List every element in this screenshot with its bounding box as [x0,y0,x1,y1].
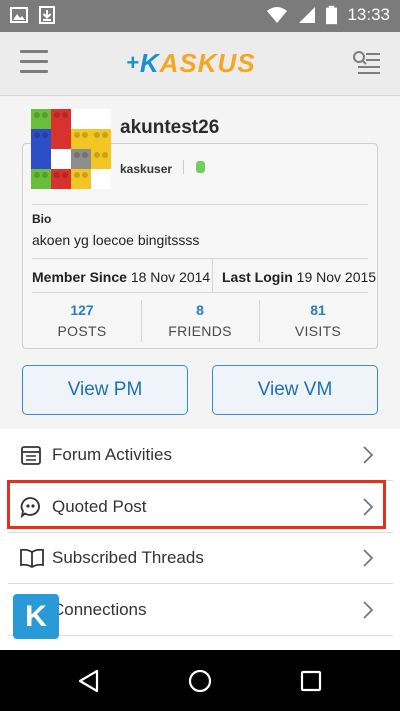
divider [32,258,368,259]
last-login-label: Last Login [222,269,293,285]
profile-menu-list: Forum Activities Quoted Post Subscribed … [0,428,400,650]
member-since-label: Member Since [32,269,127,285]
kaskus-logo: +KASKUS [126,48,256,78]
clock: 13:33 [347,5,390,24]
battery-icon [326,5,338,25]
stat-visits-value: 81 [310,302,326,318]
stat-posts-label: POSTS [57,323,107,339]
recents-icon[interactable] [298,668,324,694]
status-bar: 13:33 [0,0,400,32]
stat-friends-label: FRIENDS [168,323,232,339]
wifi-icon [267,7,288,23]
divider [32,204,368,205]
online-status-indicator [196,161,205,173]
stat-visits-label: VISITS [294,323,342,339]
quoted-post-highlight [7,480,386,529]
search-list-icon[interactable] [352,50,380,76]
calendar-icon [21,446,41,465]
member-since-value: 18 Nov 2014 [130,269,211,285]
member-since: Member Since 18 Nov 2014 [32,269,210,285]
divider [183,160,184,174]
app-bar: +KASKUS [0,32,400,96]
user-title: kaskuser [120,162,173,176]
bio-label: Bio [32,212,52,226]
navigation-bar [0,650,400,711]
divider [212,258,213,292]
stat-friends-value: 8 [196,302,204,318]
image-icon [10,7,28,23]
stat-posts[interactable]: 127 POSTS [23,302,141,339]
menu-item-connections[interactable]: Connections [0,584,400,635]
stat-visits[interactable]: 81 VISITS [259,302,377,339]
bio-text: akoen yg loecoe bingitssss [32,232,200,248]
menu-item-label: Connections [52,600,147,619]
avatar[interactable] [31,109,111,189]
home-icon[interactable] [187,668,213,694]
menu-item-label: Subscribed Threads [52,548,204,567]
download-icon [39,6,55,24]
last-login: Last Login 19 Nov 2015 [222,269,376,285]
menu-item-subscribed-threads[interactable]: Subscribed Threads [0,532,400,583]
last-login-value: 19 Nov 2015 [296,269,377,285]
back-icon[interactable] [76,668,102,694]
stat-posts-value: 127 [70,302,94,318]
hamburger-icon[interactable] [20,50,48,76]
stat-friends[interactable]: 8 FRIENDS [141,302,259,339]
divider [8,635,393,636]
menu-item-forum-activities[interactable]: Forum Activities [0,429,400,480]
view-vm-button[interactable]: View VM [212,365,378,415]
username: akuntest26 [120,117,220,138]
open-book-icon [20,548,44,569]
kaskus-floating-button[interactable]: K [13,594,59,639]
signal-icon [299,7,316,23]
chevron-right-icon [363,446,374,464]
divider [32,292,368,293]
view-pm-button[interactable]: View PM [22,365,188,415]
chevron-right-icon [363,549,374,567]
profile-section: akuntest26 kaskuser Bio akoen yg loecoe … [0,97,400,427]
chevron-right-icon [363,601,374,619]
menu-item-label: Forum Activities [52,445,172,464]
